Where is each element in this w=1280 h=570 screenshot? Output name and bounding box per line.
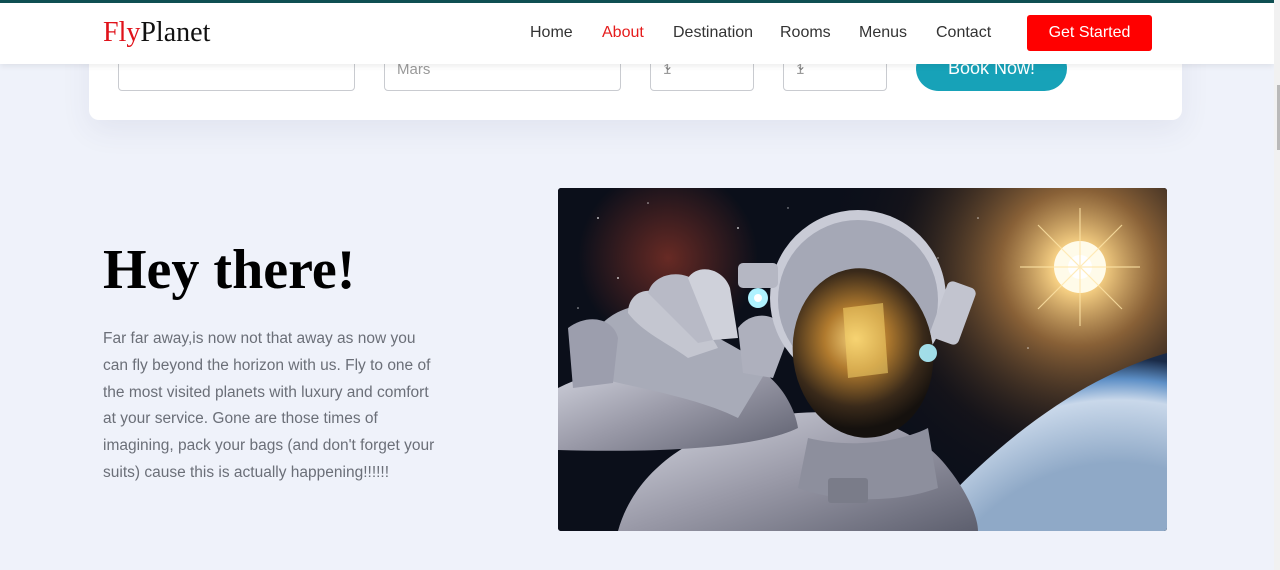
about-paragraph: Far far away,is now not that away as now… xyxy=(103,330,435,481)
get-started-button[interactable]: Get Started xyxy=(1027,15,1152,51)
top-accent-line xyxy=(0,0,1280,3)
nav-about[interactable]: About xyxy=(602,24,644,42)
about-heading: Hey there! xyxy=(103,239,356,301)
nav-home[interactable]: Home xyxy=(530,24,573,42)
brand-part-fly: Fly xyxy=(103,17,141,48)
brand-part-planet: Planet xyxy=(140,17,211,48)
nav-rooms[interactable]: Rooms xyxy=(780,24,831,42)
nav-contact[interactable]: Contact xyxy=(936,24,991,42)
nav-menus[interactable]: Menus xyxy=(859,24,907,42)
nav-destination[interactable]: Destination xyxy=(673,24,753,42)
astronaut-image xyxy=(558,188,1167,531)
astronaut-illustration xyxy=(558,188,1167,531)
navbar: FlyPlanet Home About Destination Rooms M… xyxy=(0,3,1274,64)
brand-logo[interactable]: FlyPlanet xyxy=(103,17,210,49)
